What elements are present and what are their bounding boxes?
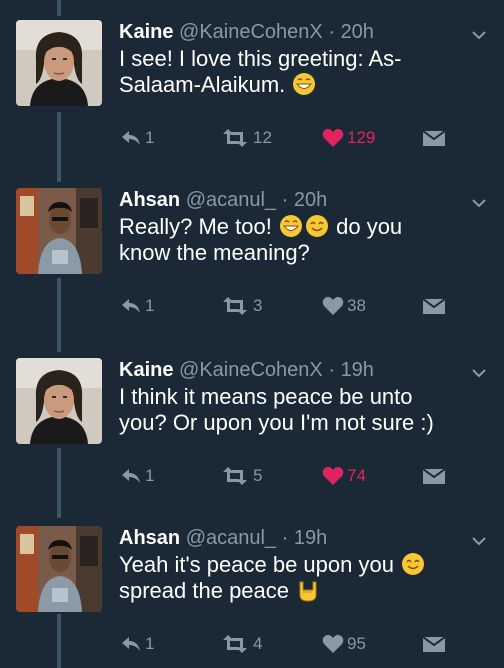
tweet-text-line: I see! I love this greeting: As- [119, 46, 402, 71]
smiling-emoji-icon [402, 553, 425, 575]
user-handle[interactable]: @acanul_ [186, 527, 276, 549]
reply-icon [122, 131, 140, 145]
separator-dot: · [328, 21, 335, 43]
retweet-count: 12 [253, 128, 272, 147]
retweet-button[interactable]: 12 [220, 124, 272, 152]
tweet-text: Yeah it's peace be upon you spread the p… [119, 552, 494, 604]
reply-button[interactable]: 1 [120, 462, 154, 490]
reply-button[interactable]: 1 [120, 630, 154, 658]
retweet-button[interactable]: 4 [220, 630, 262, 658]
separator-dot: · [281, 527, 289, 549]
retweet-count: 4 [253, 634, 263, 653]
tweet-actions: 1 12 129 [0, 124, 504, 152]
reply-icon [122, 637, 140, 651]
timestamp[interactable]: 19h [294, 527, 327, 549]
rock-on-hand-icon [299, 581, 317, 602]
heart-icon [322, 128, 344, 147]
grinning-emoji-icon [293, 73, 316, 95]
chevron-down-icon[interactable] [468, 192, 490, 214]
like-count: 95 [347, 634, 366, 653]
heart-icon [322, 296, 344, 315]
envelope-icon [422, 468, 446, 484]
reply-count: 1 [145, 634, 155, 653]
chevron-down-icon[interactable] [468, 24, 490, 46]
avatar-ahsan[interactable] [16, 188, 102, 274]
reply-count: 1 [145, 466, 155, 485]
retweet-icon [223, 129, 247, 147]
tweet-text-line: Really? Me too! [119, 214, 272, 239]
thread-line [57, 0, 61, 16]
envelope-icon [422, 298, 446, 314]
avatar-ahsan[interactable] [16, 526, 102, 612]
tweet-text-line: you? Or upon you I'm not sure :) [119, 410, 434, 435]
tweet-text-line: spread the peace [119, 578, 290, 603]
display-name[interactable]: Kaine [119, 359, 173, 381]
display-name[interactable]: Ahsan [119, 527, 180, 549]
chevron-down-icon[interactable] [468, 362, 490, 384]
retweet-icon [223, 467, 247, 485]
tweet-text: Really? Me too! do you know the meaning? [119, 214, 494, 266]
chevron-down-icon[interactable] [468, 530, 490, 552]
separator-dot: · [328, 359, 335, 381]
direct-message-button[interactable] [422, 292, 446, 320]
tweet-header: Kaine @KaineCohenX · 20h [119, 20, 374, 44]
retweet-icon [223, 297, 247, 315]
tweet-text: I think it means peace be unto you? Or u… [119, 384, 494, 436]
separator-dot: · [281, 189, 289, 211]
timestamp[interactable]: 20h [341, 21, 374, 43]
tweet-text-line: know the meaning? [119, 240, 310, 265]
user-handle[interactable]: @KaineCohenX [179, 359, 323, 381]
envelope-icon [422, 636, 446, 652]
like-count: 38 [347, 296, 366, 315]
reply-count: 1 [145, 128, 155, 147]
user-handle[interactable]: @KaineCohenX [179, 21, 323, 43]
envelope-icon [422, 130, 446, 146]
retweet-count: 5 [253, 466, 263, 485]
avatar-kaine[interactable] [16, 20, 102, 106]
smiling-emoji-icon [305, 215, 328, 237]
like-button[interactable]: 129 [322, 124, 375, 152]
tweet-actions: 1 5 74 [0, 462, 504, 490]
tweet-text-line: Yeah it's peace be upon you [119, 552, 394, 577]
retweet-button[interactable]: 3 [220, 292, 262, 320]
tweet-text: I see! I love this greeting: As- Salaam-… [119, 46, 494, 98]
user-handle[interactable]: @acanul_ [186, 189, 276, 211]
retweet-count: 3 [253, 296, 263, 315]
tweet-header: Ahsan @acanul_ · 20h [119, 188, 327, 212]
tweet-text-line: Salaam-Alaikum. [119, 72, 286, 97]
display-name[interactable]: Ahsan [119, 189, 180, 211]
direct-message-button[interactable] [422, 124, 446, 152]
direct-message-button[interactable] [422, 462, 446, 490]
display-name[interactable]: Kaine [119, 21, 173, 43]
retweet-button[interactable]: 5 [220, 462, 262, 490]
reply-icon [122, 299, 140, 313]
grinning-emoji-icon [279, 215, 302, 237]
like-count: 74 [347, 466, 366, 485]
reply-button[interactable]: 1 [120, 292, 154, 320]
retweet-icon [223, 635, 247, 653]
reply-count: 1 [145, 296, 155, 315]
reply-button[interactable]: 1 [120, 124, 154, 152]
like-button[interactable]: 95 [322, 630, 366, 658]
tweet-text-line: I think it means peace be unto [119, 384, 413, 409]
heart-icon [322, 466, 344, 485]
like-button[interactable]: 74 [322, 462, 366, 490]
avatar-kaine[interactable] [16, 358, 102, 444]
tweet-actions: 1 4 95 [0, 630, 504, 658]
heart-icon [322, 634, 344, 653]
reply-icon [122, 469, 140, 483]
tweet-text-line: do you [336, 214, 403, 239]
like-button[interactable]: 38 [322, 292, 366, 320]
tweet-header: Kaine @KaineCohenX · 19h [119, 358, 374, 382]
like-count: 129 [347, 128, 376, 147]
tweet-actions: 1 3 38 [0, 292, 504, 320]
timestamp[interactable]: 19h [341, 359, 374, 381]
direct-message-button[interactable] [422, 630, 446, 658]
timestamp[interactable]: 20h [294, 189, 327, 211]
tweet-header: Ahsan @acanul_ · 19h [119, 526, 327, 550]
